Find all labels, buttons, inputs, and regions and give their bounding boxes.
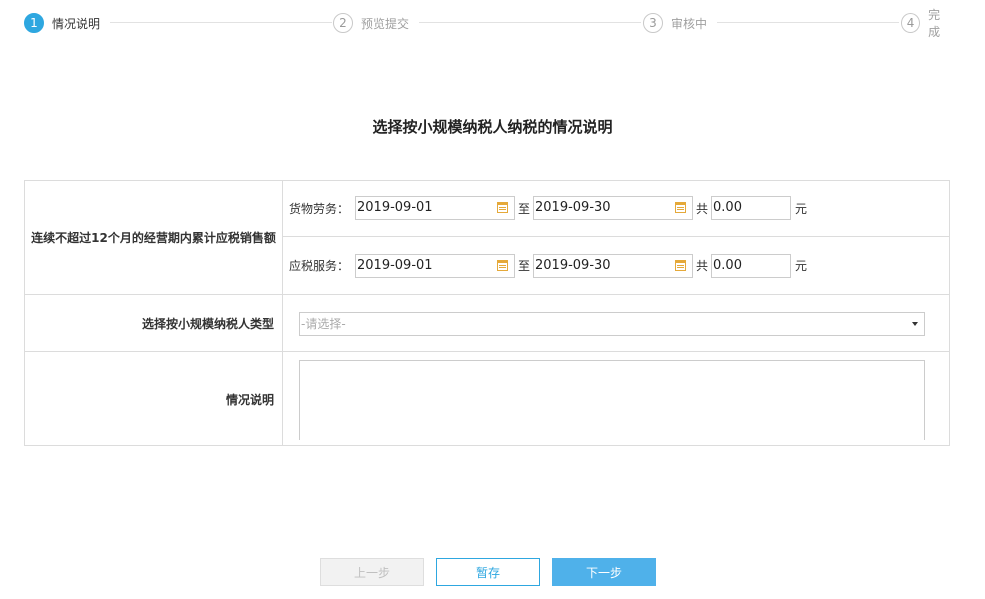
step-connector: [110, 22, 332, 23]
date-value: 2019-09-30: [535, 200, 611, 215]
goods-row: 货物劳务： 2019-09-01 至 2019-09-30 共 0.00 元: [283, 180, 949, 236]
sales-row: 连续不超过12个月的经营期内累计应税销售额 货物劳务： 2019-09-01 至…: [25, 180, 949, 294]
total-label: 共: [696, 259, 709, 273]
calendar-icon[interactable]: [675, 259, 687, 271]
goods-label: 货物劳务：: [288, 201, 349, 216]
unit-label: 元: [795, 259, 808, 273]
step-label: 情况说明: [52, 16, 101, 31]
step-number: 1: [24, 13, 44, 33]
goods-end-date[interactable]: 2019-09-30: [533, 196, 694, 220]
next-step-button[interactable]: 下一步: [552, 558, 656, 586]
to-label: 至: [518, 201, 531, 216]
step-number: 3: [643, 13, 663, 33]
select-placeholder: -请选择-: [301, 317, 346, 331]
step-label: 审核中: [671, 16, 708, 31]
date-value: 2019-09-01: [357, 257, 433, 273]
chevron-down-icon[interactable]: [912, 322, 918, 326]
step-4: 4 完成: [901, 8, 959, 39]
calendar-icon[interactable]: [497, 259, 508, 271]
step-label: 预览提交: [361, 16, 410, 31]
step-connector: [419, 22, 641, 23]
form-table: 连续不超过12个月的经营期内累计应税销售额 货物劳务： 2019-09-01 至…: [24, 180, 950, 446]
step-connector: [717, 22, 899, 23]
type-row: 选择按小规模纳税人类型 -请选择-: [25, 294, 949, 351]
step-1: 1 情况说明: [24, 11, 109, 35]
goods-start-date[interactable]: 2019-09-01: [355, 196, 515, 220]
description-label: 情况说明: [25, 352, 283, 446]
step-2: 2 预览提交: [333, 11, 418, 35]
prev-step-button[interactable]: 上一步: [320, 558, 424, 586]
total-label: 共: [696, 201, 709, 216]
to-label: 至: [518, 259, 531, 273]
services-end-date[interactable]: 2019-09-30: [533, 253, 694, 278]
services-label: 应税服务：: [288, 259, 349, 273]
unit-label: 元: [795, 201, 808, 216]
step-3: 3 审核中: [643, 11, 716, 35]
step-number: 2: [333, 13, 353, 33]
calendar-icon[interactable]: [497, 202, 508, 213]
page-title: 选择按小规模纳税人纳税的情况说明: [372, 118, 613, 136]
date-value: 2019-09-30: [535, 257, 611, 273]
services-amount-input[interactable]: 0.00: [711, 253, 792, 278]
services-row: 应税服务： 2019-09-01 至 2019-09-30 共 0.00 元: [283, 236, 949, 294]
date-value: 2019-09-01: [357, 200, 433, 215]
services-start-date[interactable]: 2019-09-01: [355, 253, 515, 278]
progress-steps: 1 情况说明 2 预览提交 3 审核中 4 完成: [24, 8, 959, 39]
step-number: 4: [901, 13, 921, 33]
description-row: 情况说明: [25, 351, 949, 446]
type-label: 选择按小规模纳税人类型: [25, 295, 283, 351]
taxpayer-type-select[interactable]: -请选择-: [299, 312, 925, 336]
calendar-icon[interactable]: [675, 202, 687, 213]
goods-amount-input[interactable]: 0.00: [711, 196, 792, 220]
save-draft-button[interactable]: 暂存: [436, 558, 540, 586]
description-textarea[interactable]: [299, 360, 925, 440]
sales-label: 连续不超过12个月的经营期内累计应税销售额: [25, 180, 283, 294]
step-label: 完成: [928, 8, 941, 39]
